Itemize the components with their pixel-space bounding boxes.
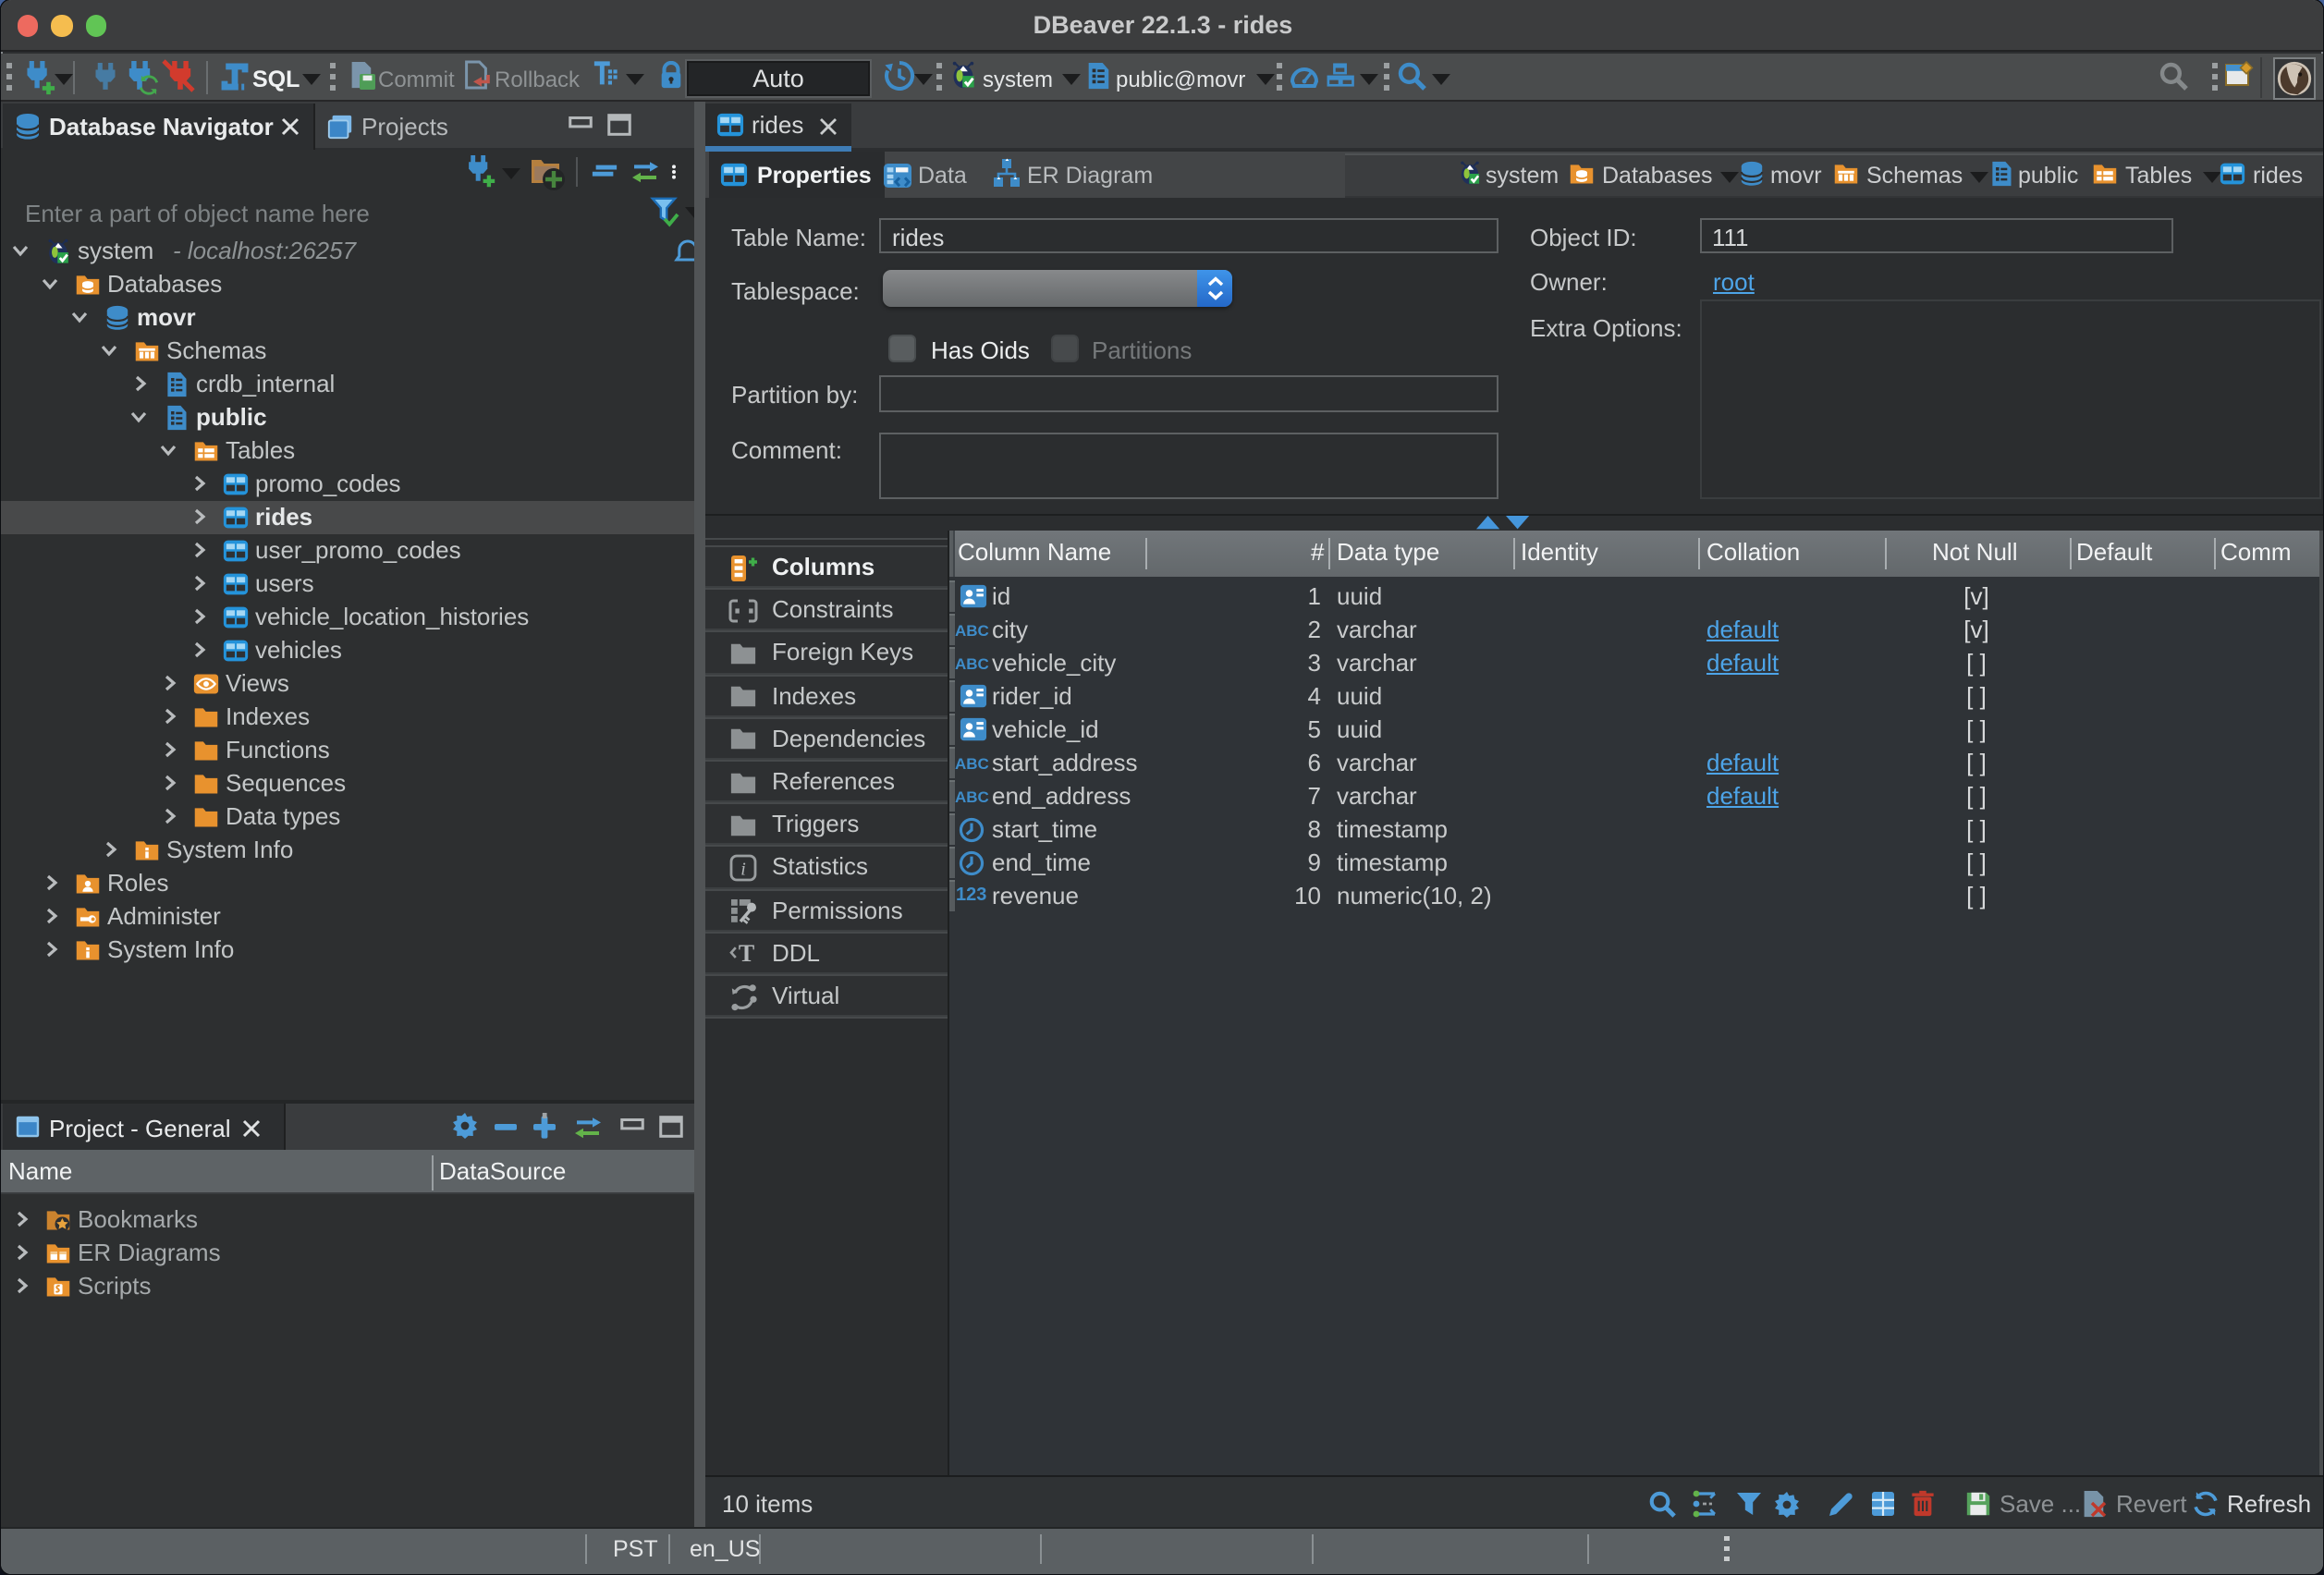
svg-text:i: i xyxy=(740,859,746,879)
svg-text:T: T xyxy=(739,941,754,968)
